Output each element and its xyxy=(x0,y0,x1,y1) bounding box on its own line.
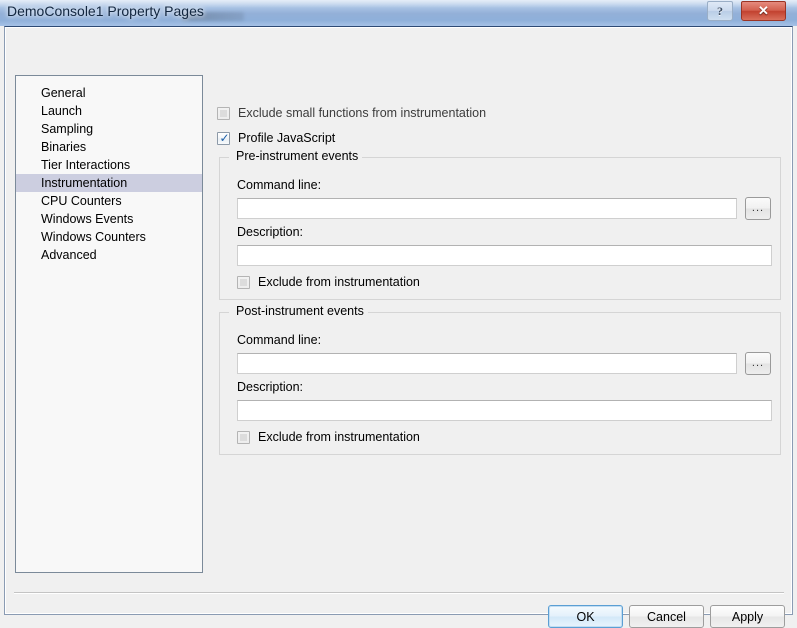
property-pages-dialog: DemoConsole1 Property Pages ? ✕ General … xyxy=(0,0,797,619)
sidebar-item-binaries[interactable]: Binaries xyxy=(16,138,202,156)
post-description-input[interactable] xyxy=(237,400,772,421)
help-icon: ? xyxy=(717,4,723,19)
sidebar-item-cpu-counters[interactable]: CPU Counters xyxy=(16,192,202,210)
group-border-left-stub xyxy=(219,157,229,158)
sidebar-item-tier-interactions[interactable]: Tier Interactions xyxy=(16,156,202,174)
cancel-button[interactable]: Cancel xyxy=(629,605,704,628)
pre-description-label: Description: xyxy=(237,225,303,239)
group-border-left-stub xyxy=(219,312,229,313)
instrumentation-settings-pane: Exclude small functions from instrumenta… xyxy=(213,75,783,573)
profile-javascript-checkbox-row[interactable]: ✓ Profile JavaScript xyxy=(217,131,335,145)
sidebar-item-sampling[interactable]: Sampling xyxy=(16,120,202,138)
pre-command-line-label: Command line: xyxy=(237,178,321,192)
post-exclude-from-instrumentation-label: Exclude from instrumentation xyxy=(258,430,420,444)
ok-button[interactable]: OK xyxy=(548,605,623,628)
pre-command-line-input[interactable] xyxy=(237,198,737,219)
post-command-line-label: Command line: xyxy=(237,333,321,347)
exclude-small-functions-label: Exclude small functions from instrumenta… xyxy=(238,106,486,120)
sidebar-item-label: Windows Events xyxy=(41,212,133,226)
pre-exclude-from-instrumentation-label: Exclude from instrumentation xyxy=(258,275,420,289)
post-description-label: Description: xyxy=(237,380,303,394)
sidebar-item-instrumentation[interactable]: Instrumentation xyxy=(16,174,202,192)
pre-instrument-events-title: Pre-instrument events xyxy=(232,149,362,163)
sidebar-item-windows-events[interactable]: Windows Events xyxy=(16,210,202,228)
sidebar-item-label: General xyxy=(41,86,85,100)
dialog-client-area: General Launch Sampling Binaries Tier In… xyxy=(4,26,793,615)
sidebar-item-windows-counters[interactable]: Windows Counters xyxy=(16,228,202,246)
property-pages-tree[interactable]: General Launch Sampling Binaries Tier In… xyxy=(15,75,203,573)
sidebar-item-label: Sampling xyxy=(41,122,93,136)
close-button[interactable]: ✕ xyxy=(741,1,786,21)
window-title: DemoConsole1 Property Pages xyxy=(7,3,204,19)
pre-exclude-from-instrumentation-checkbox[interactable] xyxy=(237,276,250,289)
sidebar-item-advanced[interactable]: Advanced xyxy=(16,246,202,264)
exclude-small-functions-checkbox-row[interactable]: Exclude small functions from instrumenta… xyxy=(217,106,486,120)
post-instrument-events-group: Post-instrument events Command line: ...… xyxy=(219,312,781,455)
pre-instrument-events-group: Pre-instrument events Command line: ... … xyxy=(219,157,781,300)
profile-javascript-label: Profile JavaScript xyxy=(238,131,335,145)
sidebar-item-label: CPU Counters xyxy=(41,194,122,208)
apply-button-label: Apply xyxy=(732,610,763,624)
cancel-button-label: Cancel xyxy=(647,610,686,624)
sidebar-item-label: Windows Counters xyxy=(41,230,146,244)
post-command-line-input[interactable] xyxy=(237,353,737,374)
pre-description-input[interactable] xyxy=(237,245,772,266)
group-border-right-stub xyxy=(356,312,781,313)
title-bar[interactable]: DemoConsole1 Property Pages ? ✕ xyxy=(0,0,797,26)
post-command-line-browse-button[interactable]: ... xyxy=(745,352,771,375)
sidebar-item-launch[interactable]: Launch xyxy=(16,102,202,120)
help-button[interactable]: ? xyxy=(707,1,733,21)
sidebar-item-label: Instrumentation xyxy=(41,176,127,190)
ellipsis-icon: ... xyxy=(752,360,764,367)
group-border-right-stub xyxy=(349,157,781,158)
apply-button[interactable]: Apply xyxy=(710,605,785,628)
pre-exclude-from-instrumentation-row[interactable]: Exclude from instrumentation xyxy=(237,275,420,289)
ok-button-label: OK xyxy=(576,610,594,624)
sidebar-item-label: Tier Interactions xyxy=(41,158,130,172)
post-exclude-from-instrumentation-checkbox[interactable] xyxy=(237,431,250,444)
footer-separator xyxy=(14,592,784,594)
profile-javascript-checkbox[interactable]: ✓ xyxy=(217,132,230,145)
pre-command-line-browse-button[interactable]: ... xyxy=(745,197,771,220)
post-exclude-from-instrumentation-row[interactable]: Exclude from instrumentation xyxy=(237,430,420,444)
sidebar-item-label: Binaries xyxy=(41,140,86,154)
ellipsis-icon: ... xyxy=(752,205,764,212)
checkmark-icon: ✓ xyxy=(219,132,230,145)
exclude-small-functions-checkbox[interactable] xyxy=(217,107,230,120)
post-instrument-events-title: Post-instrument events xyxy=(232,304,368,318)
sidebar-item-general[interactable]: General xyxy=(16,84,202,102)
sidebar-item-label: Advanced xyxy=(41,248,97,262)
close-icon: ✕ xyxy=(758,3,769,19)
sidebar-item-label: Launch xyxy=(41,104,82,118)
